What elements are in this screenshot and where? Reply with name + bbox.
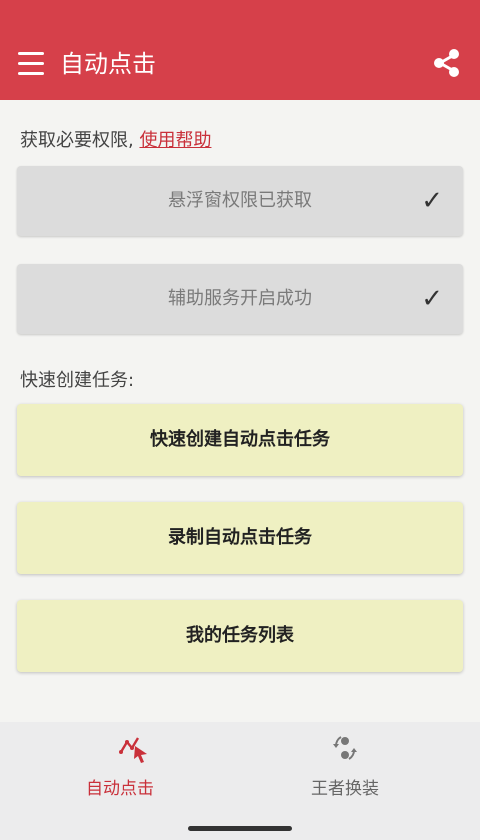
accessibility-service-card[interactable]: 辅助服务开启成功 ✓: [17, 264, 463, 334]
app-bar: 自动点击: [0, 0, 480, 100]
share-icon[interactable]: [432, 48, 462, 78]
permission-prompt-text: 获取必要权限,: [20, 130, 134, 151]
auto-click-icon: [118, 732, 150, 764]
app-title: 自动点击: [60, 50, 156, 78]
permission-prompt: 获取必要权限, 使用帮助: [20, 126, 211, 152]
my-task-list-button[interactable]: 我的任务列表: [17, 600, 463, 672]
nav-item-auto-click[interactable]: 自动点击: [0, 722, 240, 822]
help-link[interactable]: 使用帮助: [139, 130, 211, 151]
checkmark-icon: ✓: [421, 186, 443, 216]
nav-item-hero-swap[interactable]: 王者换装: [225, 722, 465, 822]
main-content: 获取必要权限, 使用帮助 悬浮窗权限已获取 ✓ 辅助服务开启成功 ✓ 快速创建任…: [0, 100, 480, 722]
quick-task-header: 快速创建任务:: [20, 370, 135, 391]
nav-label-hero-swap: 王者换装: [311, 779, 379, 799]
menu-icon[interactable]: [18, 52, 44, 76]
accessibility-service-label: 辅助服务开启成功: [168, 288, 312, 309]
overlay-permission-card[interactable]: 悬浮窗权限已获取 ✓: [17, 166, 463, 236]
checkmark-icon: ✓: [421, 284, 443, 314]
overlay-permission-label: 悬浮窗权限已获取: [168, 190, 312, 211]
record-task-button[interactable]: 录制自动点击任务: [17, 502, 463, 574]
bottom-nav: 自动点击 王者换装: [0, 722, 480, 840]
nav-label-auto-click: 自动点击: [86, 779, 154, 799]
swap-icon: [329, 732, 361, 764]
quick-create-task-button[interactable]: 快速创建自动点击任务: [17, 404, 463, 476]
home-indicator[interactable]: [188, 826, 292, 831]
